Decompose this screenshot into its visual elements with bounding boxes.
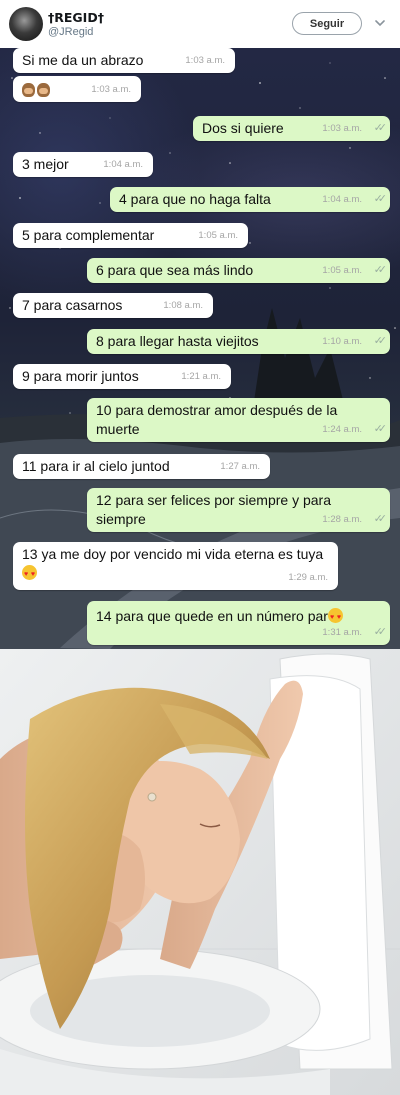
message-time: 1:31 a.m.	[322, 627, 362, 638]
double-check-icon: ✓✓	[373, 423, 388, 435]
see-no-evil-monkey-icon	[37, 83, 50, 97]
chat-message: 8 para llegar hasta viejitos 1:10 a.m. ✓…	[87, 329, 390, 354]
chat-message: 10 para demostrar amor después de la mue…	[87, 398, 390, 442]
heart-eyes-emoji-icon	[22, 565, 37, 584]
message-time: 1:03 a.m.	[91, 84, 131, 95]
chat-message: 6 para que sea más lindo 1:05 a.m. ✓✓	[87, 258, 390, 283]
see-no-evil-monkey-icon	[22, 83, 35, 97]
double-check-icon: ✓✓	[373, 193, 388, 205]
message-text: 14 para que quede en un número par	[96, 608, 328, 624]
message-time: 1:05 a.m.	[322, 265, 362, 276]
chat-message: 5 para complementar 1:05 a.m.	[13, 223, 248, 248]
avatar[interactable]	[9, 7, 43, 41]
message-text: 4 para que no haga falta	[119, 191, 271, 207]
message-text: 7 para casarnos	[22, 297, 123, 313]
double-check-icon: ✓✓	[373, 264, 388, 276]
chat-message: 14 para que quede en un número par 1:31 …	[87, 601, 390, 645]
message-time: 1:27 a.m.	[220, 461, 260, 472]
message-time: 1:08 a.m.	[163, 300, 203, 311]
message-time: 1:29 a.m.	[288, 572, 328, 583]
chevron-down-icon[interactable]	[372, 15, 388, 31]
message-time: 1:24 a.m.	[322, 424, 362, 435]
message-time: 1:03 a.m.	[185, 55, 225, 66]
follow-button[interactable]: Seguir	[292, 12, 362, 35]
message-text: 6 para que sea más lindo	[96, 262, 254, 278]
tweet-header: †REGID† @JRegid Seguir	[0, 0, 400, 48]
woman-over-toilet-image	[0, 649, 400, 1095]
display-name[interactable]: †REGID†	[48, 10, 104, 25]
message-text: 5 para complementar	[22, 227, 155, 243]
user-handle[interactable]: @JRegid	[48, 26, 93, 38]
message-text: 9 para morir juntos	[22, 368, 139, 384]
chat-message: 13 ya me doy por vencido mi vida eterna …	[13, 542, 338, 590]
chat-message: 1:03 a.m.	[13, 76, 141, 102]
message-time: 1:03 a.m.	[322, 123, 362, 134]
message-text: Dos si quiere	[202, 120, 284, 136]
chat-message: Si me da un abrazo 1:03 a.m.	[13, 48, 235, 73]
message-time: 1:28 a.m.	[322, 514, 362, 525]
chat-message: 12 para ser felices por siempre y para s…	[87, 488, 390, 532]
chat-message: Dos si quiere 1:03 a.m. ✓✓	[193, 116, 390, 141]
chat-message: 9 para morir juntos 1:21 a.m.	[13, 364, 231, 389]
double-check-icon: ✓✓	[373, 513, 388, 525]
double-check-icon: ✓✓	[373, 626, 388, 638]
double-check-icon: ✓✓	[373, 335, 388, 347]
message-text: 10 para demostrar amor después de la mue…	[96, 402, 338, 437]
reaction-photo	[0, 649, 400, 1095]
message-text: 11 para ir al cielo juntod	[22, 458, 170, 474]
message-text: 3 mejor	[22, 156, 69, 172]
chat-screenshot: Si me da un abrazo 1:03 a.m. 1:03 a.m. D…	[0, 48, 400, 649]
message-text: 12 para ser felices por siempre y para s…	[96, 492, 331, 527]
message-time: 1:04 a.m.	[103, 159, 143, 170]
message-time: 1:10 a.m.	[322, 336, 362, 347]
message-time: 1:21 a.m.	[181, 371, 221, 382]
message-time: 1:04 a.m.	[322, 194, 362, 205]
double-check-icon: ✓✓	[373, 122, 388, 134]
chat-message: 4 para que no haga falta 1:04 a.m. ✓✓	[110, 187, 390, 212]
message-text: Si me da un abrazo	[22, 52, 144, 68]
chat-message: 7 para casarnos 1:08 a.m.	[13, 293, 213, 318]
message-text: 13 ya me doy por vencido mi vida eterna …	[22, 546, 324, 562]
chat-message: 11 para ir al cielo juntod 1:27 a.m.	[13, 454, 270, 479]
message-time: 1:05 a.m.	[198, 230, 238, 241]
heart-eyes-emoji-icon	[327, 608, 343, 627]
message-text: 8 para llegar hasta viejitos	[96, 333, 259, 349]
chat-message: 3 mejor 1:04 a.m.	[13, 152, 153, 177]
